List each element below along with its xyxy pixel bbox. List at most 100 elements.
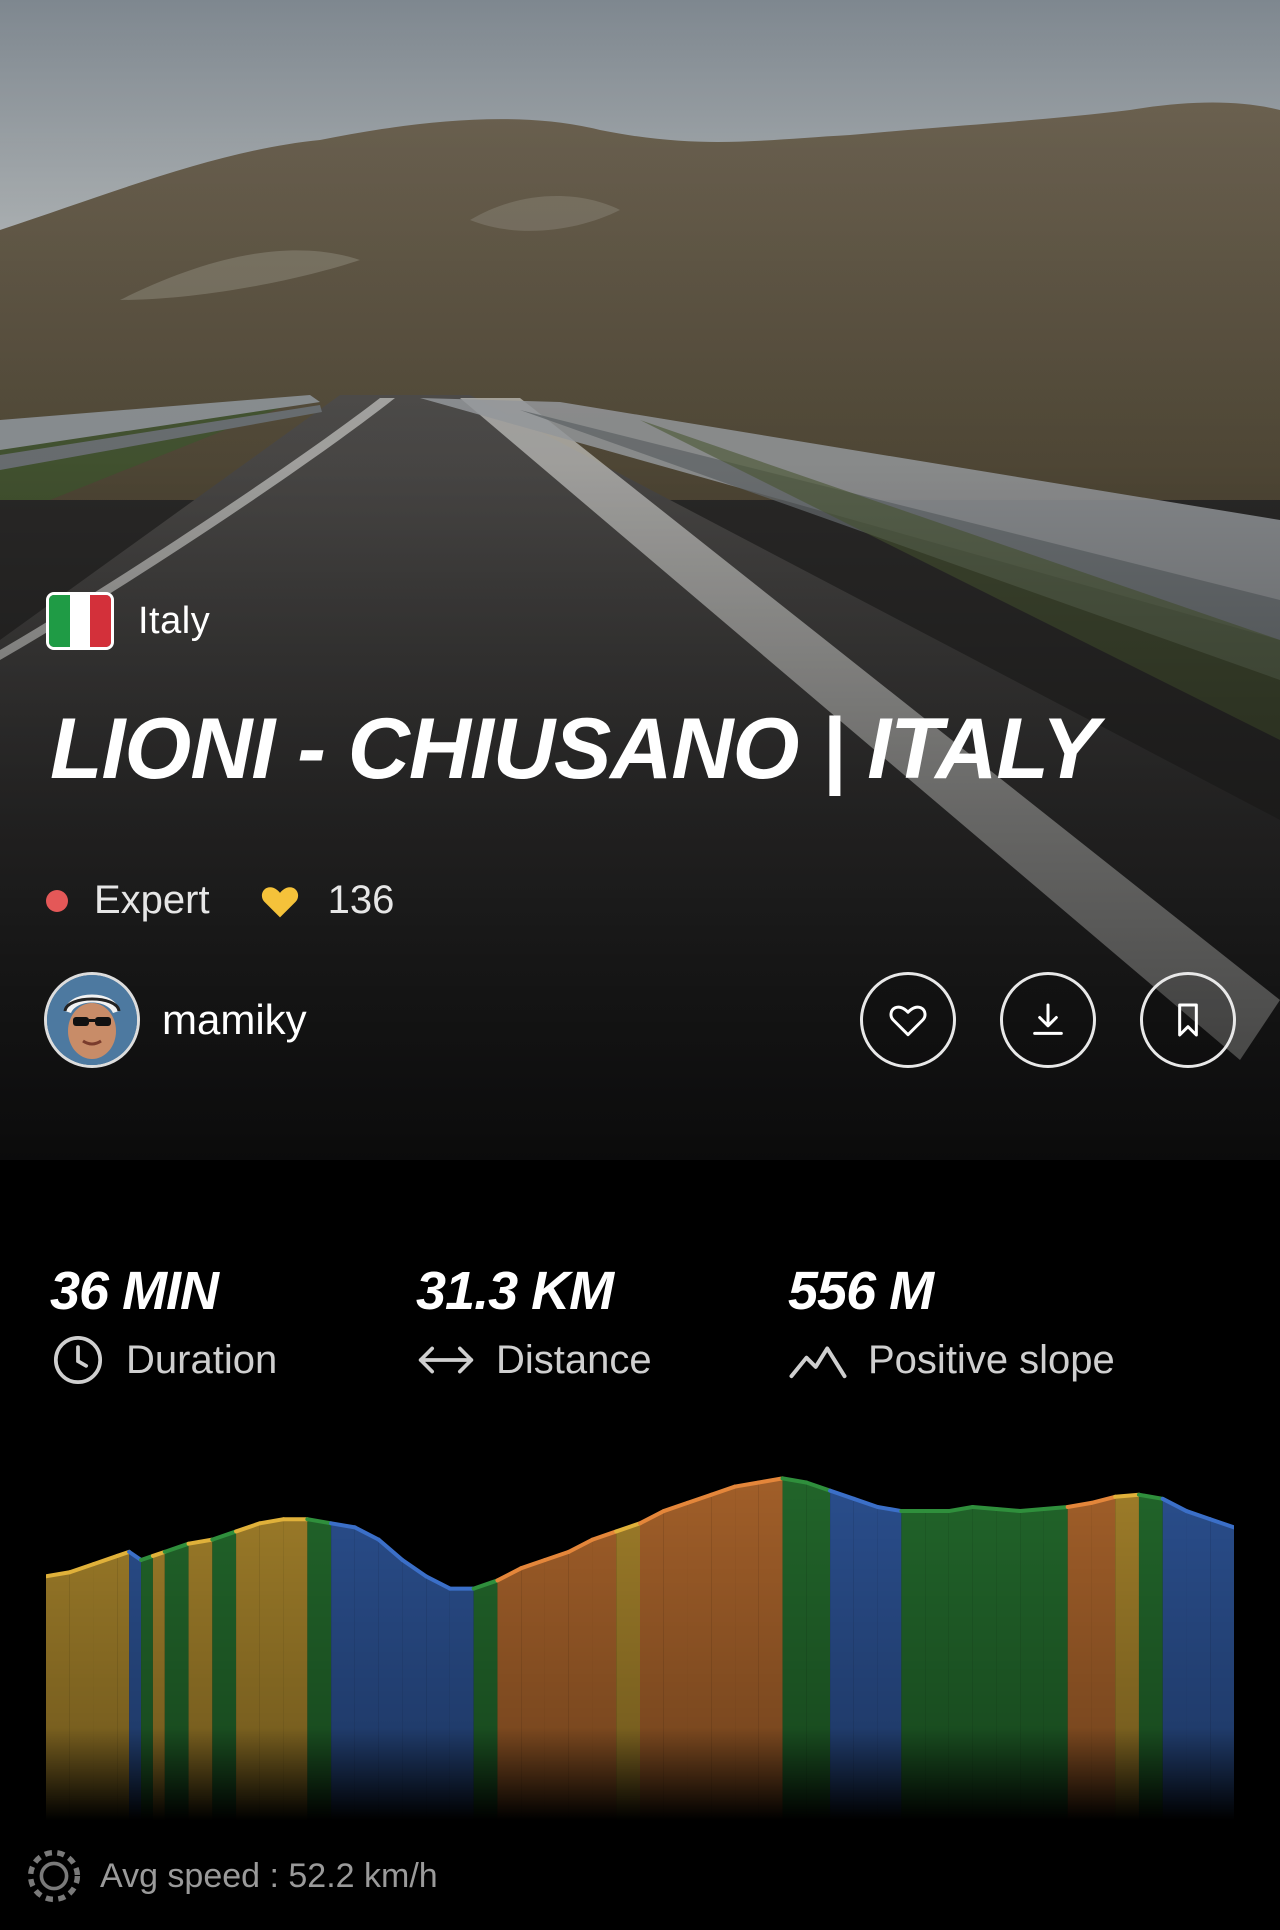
stats-row: 36 MIN Duration 31.3 KM Distance 556 M P… [0,1260,1280,1420]
profile-line-segment [1113,1492,1141,1499]
profile-segment [46,1572,70,1820]
hero-section: Italy LIONI - CHIUSANO | ITALY Expert 13… [0,0,1280,1160]
profile-segment [758,1478,783,1820]
profile-segment [996,1509,1021,1820]
profile-segment [1162,1498,1187,1820]
profile-segment [592,1531,617,1820]
profile-segment [307,1519,332,1820]
arrows-horizontal-icon [418,1346,474,1374]
positive-slope-label: Positive slope [868,1337,1115,1382]
heart-filled-icon [261,886,298,917]
heart-outline-icon [889,1005,927,1037]
avatar[interactable] [44,972,140,1068]
avatar-face-icon [47,975,137,1065]
profile-segment [806,1482,831,1820]
profile-segment [925,1511,949,1820]
profile-segment [259,1519,284,1820]
profile-segment [830,1490,854,1820]
profile-segment [1115,1494,1139,1820]
profile-segment [129,1551,142,1820]
route-title: LIONI - CHIUSANO | ITALY [50,701,1099,797]
flag-stripe-red [90,595,111,647]
country-row: Italy [46,592,210,650]
download-button[interactable] [1000,972,1096,1068]
profile-segment [568,1539,593,1820]
profile-segment [735,1482,759,1820]
profile-segment [212,1531,237,1820]
profile-segment [152,1551,165,1820]
distance-label: Distance [496,1337,652,1382]
profile-segment [640,1511,664,1820]
profile-segment [663,1502,688,1820]
download-icon [1033,1003,1063,1035]
profile-segment [1210,1519,1234,1820]
bookmark-icon [1178,1003,1198,1037]
likes-count: 136 [327,878,395,922]
profile-segment [948,1506,973,1820]
clock-icon [53,1335,103,1385]
profile-segment [1186,1511,1211,1820]
profile-segment [782,1478,807,1820]
profile-segment [236,1523,260,1820]
profile-line-segment [970,1504,999,1512]
duration-stat: 36 MIN Duration [50,1260,277,1388]
profile-segment [188,1539,213,1820]
italy-flag-icon [46,592,114,650]
distance-stat: 31.3 KM Distance [416,1260,652,1388]
route-meta: Expert 136 [46,878,394,923]
profile-segment [426,1576,450,1820]
duration-label-row: Duration [50,1332,277,1388]
profile-segment [544,1551,569,1820]
difficulty-dot-icon [46,889,68,912]
profile-segment [1067,1502,1092,1820]
profile-segment [93,1555,118,1820]
profile-segment [853,1498,878,1820]
profile-segment [616,1523,640,1820]
avg-speed-label: Avg speed : 52.2 km/h [100,1856,438,1895]
elevation-profile-chart [46,1476,1234,1820]
distance-value: 31.3 KM [416,1261,614,1321]
profile-segment [1020,1509,1044,1820]
profile-segment [69,1564,94,1820]
profile-segment [521,1560,545,1820]
profile-line-segment [994,1507,1023,1514]
profile-segment [331,1523,355,1820]
route-detail-screen: Italy LIONI - CHIUSANO | ITALY Expert 13… [0,0,1280,1930]
distance-label-row: Distance [416,1332,652,1388]
author-row[interactable]: mamiky [44,972,307,1068]
positive-slope-stat: 556 M Positive slope [788,1260,1115,1388]
profile-segment [877,1506,902,1820]
profile-segment [901,1511,926,1820]
difficulty-label: Expert [94,878,210,922]
profile-segment [1091,1496,1116,1820]
duration-label: Duration [126,1337,278,1382]
profile-segment [497,1568,522,1820]
profile-segment [1138,1494,1163,1820]
country-name: Italy [138,599,211,642]
positive-slope-value: 556 M [788,1261,934,1321]
profile-line-segment [1018,1507,1046,1514]
duration-value: 36 MIN [50,1261,219,1321]
profile-segment [117,1551,130,1820]
author-name[interactable]: mamiky [162,996,307,1044]
flag-stripe-green [49,595,70,647]
like-button[interactable] [860,972,956,1068]
profile-segment [972,1506,997,1820]
profile-segment [711,1486,736,1820]
bookmark-button[interactable] [1140,972,1236,1068]
flag-stripe-white [69,595,91,647]
profile-segment [449,1588,474,1820]
profile-segment [141,1555,153,1820]
profile-line-segment [1041,1504,1070,1512]
profile-segment [687,1494,712,1820]
positive-slope-label-row: Positive slope [788,1332,1115,1388]
profile-segment [164,1543,189,1820]
profile-segment [473,1580,498,1820]
profile-segment [378,1539,403,1820]
mountain-icon [789,1346,847,1379]
action-buttons [860,972,1236,1068]
profile-segment [354,1527,379,1820]
gear-icon [27,1849,81,1903]
footer-row: Avg speed : 52.2 km/h [18,1840,438,1912]
profile-segment [1043,1506,1068,1820]
